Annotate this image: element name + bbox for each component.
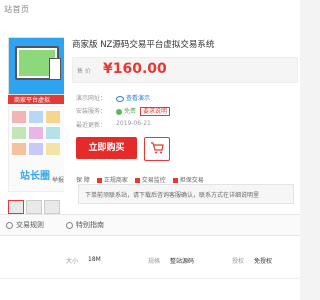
add-to-cart-button[interactable]	[144, 137, 170, 161]
notice-box: 下单前须联系站，请下载后咨询客服确认，联系方式在详细说明里	[78, 184, 294, 204]
demo-row: 演示网址： 查看演示	[76, 93, 150, 102]
install-row: 安装服务： 免费 要求说明	[76, 106, 171, 116]
requirement-tag[interactable]: 要求说明	[140, 107, 171, 116]
attributes-row: 大小 18M 规格 整站源码 授权 免授权	[0, 256, 300, 270]
divider	[0, 278, 300, 279]
top-bar: 站首页	[0, 0, 300, 23]
badge-icon	[172, 178, 178, 183]
type-label: 规格	[148, 258, 161, 265]
watermark-text: 站长圈	[20, 171, 50, 182]
tab-trade-rules[interactable]: 交易规则	[6, 220, 44, 230]
circle-icon	[6, 221, 13, 229]
license-label: 授权	[232, 258, 245, 265]
check-icon	[116, 108, 122, 115]
detail-tabs: 交易规则 特别指南	[0, 214, 300, 236]
demo-link[interactable]: 查看演示	[116, 93, 150, 102]
demo-label: 演示网址：	[76, 95, 107, 102]
product-image[interactable]: 商家平台虚拟 站长圈	[0, 33, 64, 198]
update-value: 2019-06-21	[116, 120, 151, 127]
guarantee-row: 保 障 正规商家 交易监控 担保交易	[76, 175, 204, 184]
circle-icon	[66, 221, 73, 229]
thumbnail-2[interactable]	[26, 200, 42, 214]
guarantee-item-2: 交易监控	[134, 177, 166, 184]
product-page: 商家平台虚拟 站长圈 商家版 NZ源码交易平台虚拟交易系统 售 价 ¥160.0…	[0, 22, 300, 300]
thumbnail-3[interactable]	[44, 200, 60, 214]
size-label: 大小	[66, 258, 79, 265]
image-banner-text: 商家平台虚拟	[14, 97, 51, 104]
guarantee-item-1: 正规商家	[96, 177, 128, 184]
cart-icon	[151, 142, 164, 154]
badge-icon	[134, 178, 140, 183]
buy-now-button[interactable]: 立即购买	[76, 137, 137, 159]
size-value: 18M	[88, 256, 101, 263]
phone-graphic	[49, 58, 61, 80]
notice-text: 下单前须联系站，请下载后咨询客服确认，联系方式在详细说明里	[85, 192, 260, 199]
price-label: 售 价	[77, 68, 91, 75]
tab-special-guide[interactable]: 特别指南	[66, 220, 104, 230]
price-value: ¥160.00	[103, 61, 167, 77]
thumbnail-strip	[0, 200, 64, 214]
report-link[interactable]: 举报	[52, 175, 64, 184]
thumbnail-1[interactable]	[8, 200, 24, 214]
type-value: 整站源码	[170, 258, 195, 265]
price-box: 售 价 ¥160.00	[72, 57, 298, 83]
install-label: 安装服务：	[76, 108, 107, 115]
guarantee-label: 保 障	[76, 177, 90, 184]
update-row: 最近更新： 2019-06-21	[76, 120, 151, 129]
product-screenshot	[8, 37, 64, 95]
breadcrumb[interactable]: 站首页	[4, 4, 30, 15]
guarantee-item-3: 担保交易	[172, 177, 204, 184]
demo-link-text[interactable]: 查看演示	[126, 95, 150, 102]
install-value: 免费 要求说明	[116, 106, 171, 116]
badge-icon	[96, 178, 102, 183]
eye-icon	[116, 95, 124, 102]
image-banner: 商家平台虚拟	[8, 95, 64, 104]
product-title: 商家版 NZ源码交易平台虚拟交易系统	[72, 40, 215, 50]
update-label: 最近更新：	[76, 122, 107, 129]
license-value: 免授权	[254, 258, 273, 265]
